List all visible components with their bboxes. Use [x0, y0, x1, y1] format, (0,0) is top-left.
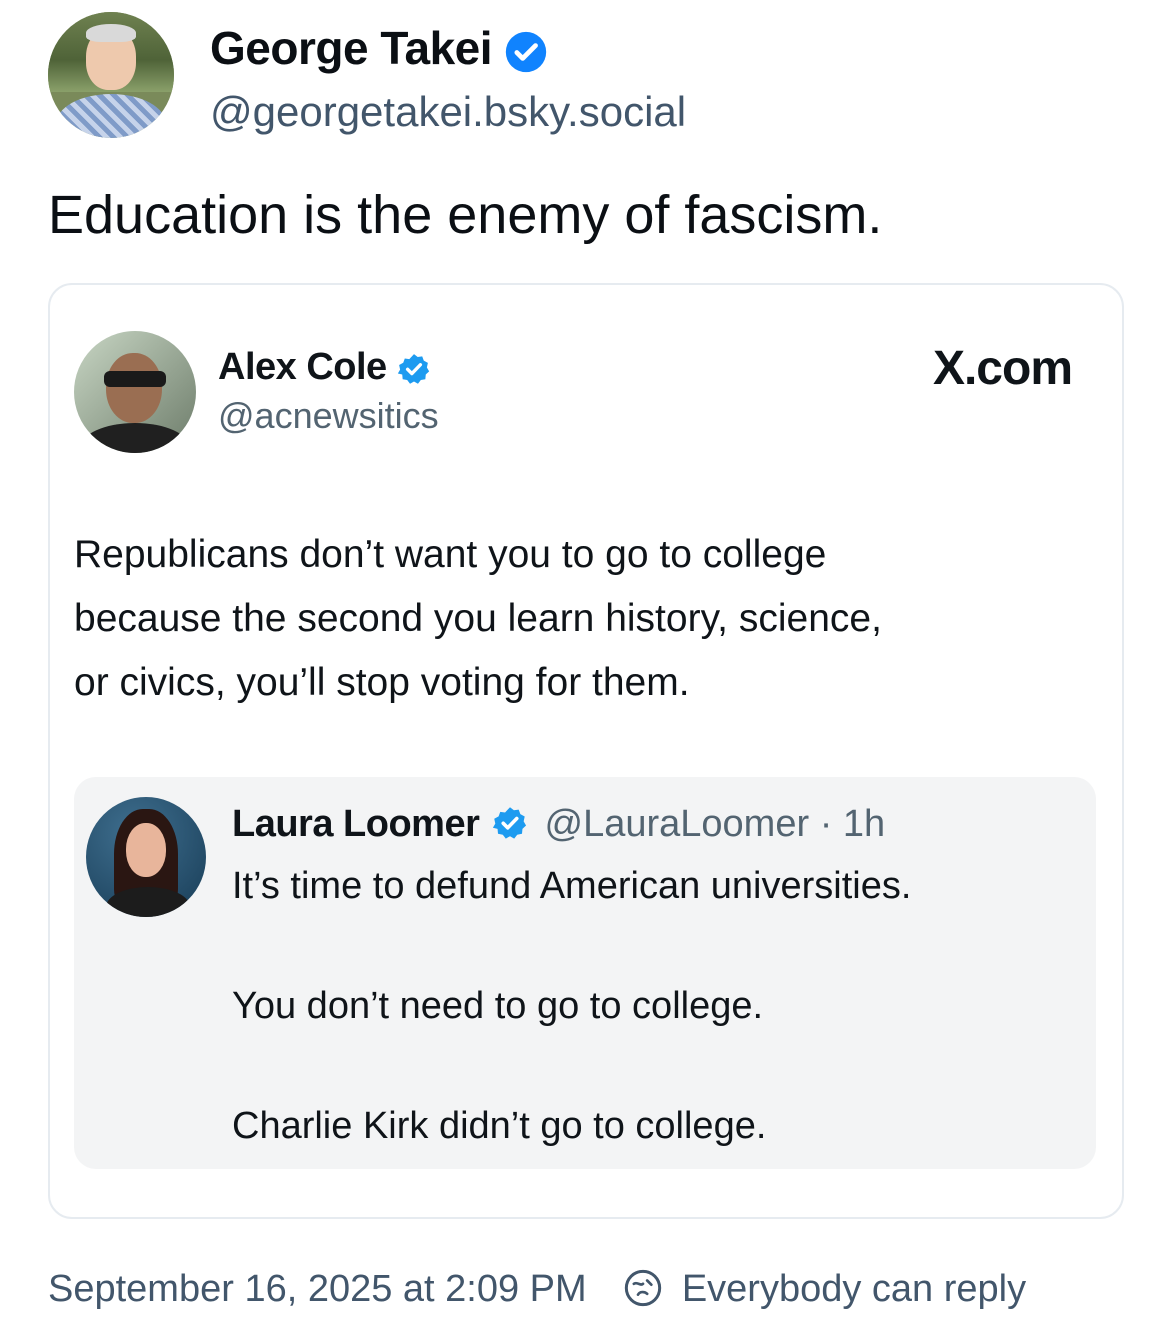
post-timestamp[interactable]: September 16, 2025 at 2:09 PM — [48, 1268, 587, 1310]
post-text: Education is the enemy of fascism. — [48, 185, 883, 245]
post-footer: September 16, 2025 at 2:09 PM Everybody … — [48, 1262, 1026, 1316]
verified-check-icon — [397, 354, 429, 384]
post-header: George Takei @georgetakei.bsky.social — [48, 12, 1128, 142]
author-name-row[interactable]: George Takei — [210, 20, 548, 76]
author-handle[interactable]: @georgetakei.bsky.social — [210, 86, 686, 138]
reply-setting[interactable]: Everybody can reply — [682, 1268, 1026, 1310]
embed-text-line: because the second you learn history, sc… — [74, 597, 882, 640]
embed-author-name-row: Alex Cole — [218, 343, 431, 391]
quote-author-handle: @LauraLoomer — [544, 803, 810, 845]
quote-author-name: Laura Loomer — [232, 803, 480, 845]
embed-author-handle: @acnewsitics — [218, 395, 439, 436]
author-name[interactable]: George Takei — [210, 22, 493, 74]
reply-restriction-icon — [625, 1269, 662, 1307]
quoted-tweet: Laura Loomer @LauraLoomer · 1h It’s time… — [74, 777, 1096, 1169]
embedded-image-card[interactable]: Alex Cole @acnewsitics X.com Republicans… — [48, 283, 1124, 1219]
embed-author-name: Alex Cole — [218, 346, 387, 388]
embed-text: Republicans don’t want you to go to coll… — [74, 523, 1084, 715]
quote-text-line: You don’t need to go to college. — [232, 985, 764, 1027]
verified-check-icon — [506, 31, 547, 73]
embed-text-line: or civics, you’ll stop voting for them. — [74, 661, 690, 704]
quote-header: Laura Loomer @LauraLoomer · 1h — [232, 799, 885, 849]
author-avatar[interactable] — [48, 12, 174, 138]
verified-check-icon — [492, 807, 527, 839]
embed-text-line: Republicans don’t want you to go to coll… — [74, 533, 827, 576]
embed-author-avatar — [74, 331, 196, 453]
quote-separator: · — [819, 803, 833, 845]
quote-text-line: It’s time to defund American universitie… — [232, 865, 912, 907]
quote-time: 1h — [842, 803, 886, 845]
quote-text-line: Charlie Kirk didn’t go to college. — [232, 1105, 767, 1147]
source-label: X.com — [932, 342, 1073, 395]
quote-author-avatar — [86, 797, 206, 917]
